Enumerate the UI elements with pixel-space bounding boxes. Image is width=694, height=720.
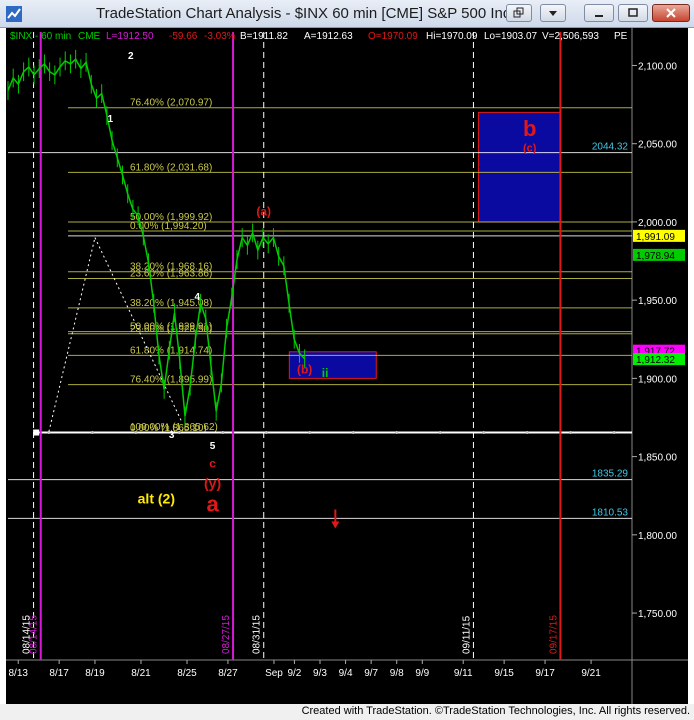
price-chart[interactable]: 1,750.00 1,800.00 1,850.00 1,900.00 1,950.00… [6, 28, 688, 704]
x-tick-label: 9/21 [581, 668, 601, 679]
status-last: L=1912.50 [106, 31, 154, 42]
status-volume: V=2,506,593 [542, 31, 599, 42]
level-label: 2044.32 [592, 142, 629, 153]
vertical-date-label: 08/27/15 [221, 615, 232, 654]
support-line-dot [525, 431, 529, 435]
support-line-dot [134, 431, 138, 435]
x-tick-label: 9/4 [339, 668, 353, 679]
wave-label: a [206, 491, 219, 516]
y-tick-label: 1,900.00 [638, 374, 677, 385]
status-ask: A=1912.63 [304, 31, 353, 42]
wave-label: (y) [204, 475, 221, 491]
fib-level-label: 61.80% (1,914.74) [130, 345, 212, 356]
x-tick-label: Sep [265, 668, 283, 679]
status-pe: PE [614, 31, 628, 42]
chevron-down-icon [549, 11, 557, 16]
support-line-dot [90, 431, 94, 435]
support-line-dot [351, 431, 355, 435]
wave-label: (a) [256, 205, 271, 219]
window-title: TradeStation Chart Analysis - $INX 60 mi… [96, 5, 528, 22]
y-tick-label: 1,750.00 [638, 609, 677, 620]
fib-level-label: 23.60% (1,963.86) [130, 268, 212, 279]
close-button[interactable] [652, 4, 690, 22]
minimize-icon [595, 15, 603, 17]
price-marker-text: 1,991.09 [636, 232, 675, 243]
wave-label: alt (2) [138, 491, 175, 507]
chart-area[interactable]: 1,750.00 1,800.00 1,850.00 1,900.00 1,950.00… [6, 28, 688, 704]
x-tick-label: 8/19 [85, 668, 105, 679]
x-tick-label: 9/3 [313, 668, 327, 679]
window-titlebar: TradeStation Chart Analysis - $INX 60 mi… [0, 0, 694, 28]
maximize-button[interactable] [618, 4, 648, 22]
price-marker-text: 1,912.32 [636, 355, 675, 366]
dropdown-button[interactable] [540, 4, 566, 22]
status-change: -59.66 [169, 31, 198, 42]
y-tick-label: 2,050.00 [638, 140, 677, 151]
status-symbol: $INX - 60 min [10, 31, 71, 42]
support-line-dot [482, 431, 486, 435]
x-tick-label: 9/8 [390, 668, 404, 679]
restore-icon [513, 7, 524, 18]
status-bid: B=1911.82 [240, 31, 288, 42]
level-label: 1810.53 [592, 507, 629, 518]
x-tick-label: 9/7 [364, 668, 378, 679]
vertical-date-label: 09/11/15 [461, 615, 472, 654]
x-tick-label: 9/17 [535, 668, 555, 679]
close-icon [666, 8, 676, 18]
x-tick-label: 9/2 [287, 668, 301, 679]
price-marker-text: 1,978.94 [636, 251, 675, 262]
maximize-icon [628, 8, 638, 17]
y-tick-label: 2,000.00 [638, 218, 677, 229]
footer-credit: Created with TradeStation. ©TradeStation… [301, 705, 690, 717]
y-tick-label: 1,950.00 [638, 296, 677, 307]
vertical-date-label: 09/17/15 [548, 615, 559, 654]
wave-label: 3 [169, 430, 175, 441]
vertical-date-label: 08/31/15 [252, 615, 263, 654]
x-tick-label: 8/25 [177, 668, 197, 679]
support-line-dot [177, 431, 181, 435]
x-tick-label: 9/9 [415, 668, 429, 679]
tradestation-app-icon [6, 6, 22, 22]
vertical-date-label: 08/14/15 [29, 615, 40, 654]
status-low: Lo=1903.07 [484, 31, 538, 42]
wave-label: ii [322, 366, 329, 380]
y-tick-label: 1,850.00 [638, 453, 677, 464]
wave-label: (b) [297, 363, 312, 377]
fib-level-label: 76.40% (2,070.97) [130, 98, 212, 109]
x-tick-label: 8/13 [8, 668, 28, 679]
restore-button[interactable] [506, 4, 532, 22]
wave-label: (c) [523, 143, 537, 155]
fib-level-label: 61.80% (2,031.68) [130, 162, 212, 173]
support-line-dot [221, 431, 225, 435]
support-line-dot [395, 431, 399, 435]
x-tick-label: 9/15 [494, 668, 514, 679]
wave-label: 2 [128, 51, 134, 62]
y-tick-label: 1,800.00 [638, 531, 677, 542]
support-line-dot [569, 431, 573, 435]
wave-label: 4 [194, 292, 200, 303]
level-label: 1835.29 [592, 469, 629, 480]
support-line-dot [612, 431, 616, 435]
support-line-dot [308, 431, 312, 435]
target-box [478, 111, 561, 223]
x-tick-label: 8/21 [131, 668, 151, 679]
status-open: O=1970.09 [368, 31, 418, 42]
support-line-dot [438, 431, 442, 435]
x-tick-label: 8/27 [218, 668, 238, 679]
y-tick-label: 2,100.00 [638, 61, 677, 72]
support-line-dot [264, 431, 268, 435]
x-tick-label: 9/11 [454, 668, 473, 679]
footer: Created with TradeStation. ©TradeStation… [0, 704, 694, 720]
wave-label: 5 [210, 441, 216, 452]
wave-label: c [209, 457, 216, 471]
status-exchange: CME [78, 31, 101, 42]
x-tick-label: 8/17 [49, 668, 69, 679]
fib-level-label: 76.40% (1,895.99) [130, 375, 212, 386]
wave-label: 1 [108, 114, 114, 125]
status-high: Hi=1970.09 [426, 31, 478, 42]
minimize-button[interactable] [584, 4, 614, 22]
status-pct: -3.03% [204, 31, 236, 42]
wave-label: b [523, 116, 536, 141]
